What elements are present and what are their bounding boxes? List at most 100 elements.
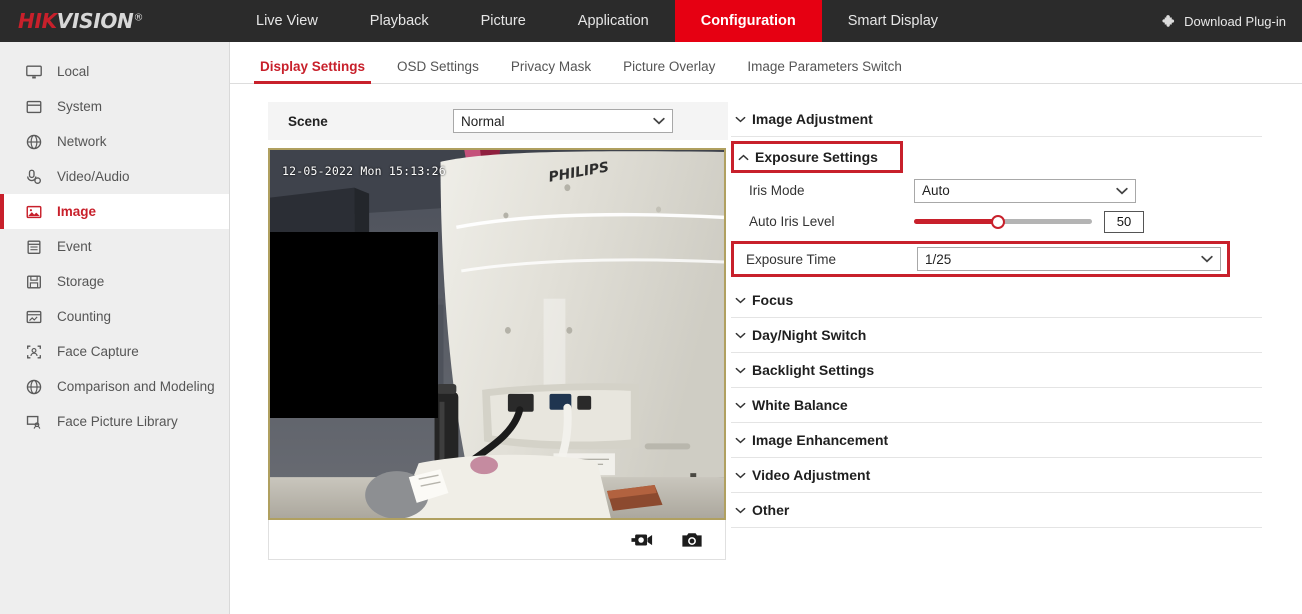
chevron-up-icon bbox=[738, 154, 749, 161]
chevron-down-icon bbox=[735, 472, 746, 479]
sidebar-label-video-audio: Video/Audio bbox=[57, 169, 130, 184]
section-label-backlight-settings: Backlight Settings bbox=[752, 362, 875, 378]
brand-logo[interactable]: HIKVISION® bbox=[0, 0, 230, 42]
top-bar: HIKVISION® Live View Playback Picture Ap… bbox=[0, 0, 1302, 42]
sidebar-label-local: Local bbox=[57, 64, 90, 79]
tab-image-parameters-switch[interactable]: Image Parameters Switch bbox=[731, 59, 918, 83]
section-label-image-enhancement: Image Enhancement bbox=[752, 432, 889, 448]
section-white-balance[interactable]: White Balance bbox=[731, 388, 1262, 423]
iris-mode-label: Iris Mode bbox=[749, 183, 805, 198]
sidebar-item-face-capture[interactable]: Face Capture bbox=[0, 334, 229, 369]
auto-iris-level-label: Auto Iris Level bbox=[749, 214, 835, 229]
sidebar-item-image[interactable]: Image bbox=[0, 194, 229, 229]
section-backlight-settings[interactable]: Backlight Settings bbox=[731, 353, 1262, 388]
iris-mode-select[interactable]: Auto bbox=[914, 178, 1136, 203]
monitor-icon bbox=[24, 62, 43, 81]
section-image-enhancement[interactable]: Image Enhancement bbox=[731, 423, 1262, 458]
tab-osd-settings[interactable]: OSD Settings bbox=[381, 59, 495, 83]
hikvision-camera-config-page: HIKVISION® Live View Playback Picture Ap… bbox=[0, 0, 1302, 614]
scene-selected-value: Normal bbox=[461, 113, 505, 129]
puzzle-piece-icon bbox=[1162, 14, 1177, 29]
sidebar-item-storage[interactable]: Storage bbox=[0, 264, 229, 299]
sidebar-label-system: System bbox=[57, 99, 103, 114]
sidebar-label-event: Event bbox=[57, 239, 92, 254]
auto-iris-level-value[interactable]: 50 bbox=[1104, 210, 1144, 233]
image-settings-column: Image Adjustment Exposure Settings Iris … bbox=[725, 102, 1302, 560]
iris-mode-row: Iris Mode Auto bbox=[731, 175, 1262, 206]
chevron-down-icon bbox=[1116, 187, 1128, 195]
chevron-down-icon bbox=[735, 116, 746, 123]
topnav-item-configuration[interactable]: Configuration bbox=[674, 0, 822, 42]
section-focus[interactable]: Focus bbox=[731, 283, 1262, 318]
auto-iris-level-slider[interactable] bbox=[914, 214, 1092, 229]
osd-timestamp: 12-05-2022 Mon 15:13:26 bbox=[282, 164, 446, 178]
chevron-down-icon bbox=[735, 297, 746, 304]
section-image-adjustment[interactable]: Image Adjustment bbox=[731, 102, 1262, 137]
section-video-adjustment[interactable]: Video Adjustment bbox=[731, 458, 1262, 493]
sidebar-item-video-audio[interactable]: Video/Audio bbox=[0, 159, 229, 194]
tab-privacy-mask[interactable]: Privacy Mask bbox=[495, 59, 607, 83]
slider-thumb[interactable] bbox=[990, 214, 1005, 229]
preview-column: Scene Normal PHILIPS 12-05-2022 Mon 15:1… bbox=[230, 102, 728, 560]
sidebar-label-storage: Storage bbox=[57, 274, 105, 289]
section-other[interactable]: Other bbox=[731, 493, 1262, 528]
topnav-item-application[interactable]: Application bbox=[552, 0, 675, 42]
download-plugin-button[interactable]: Download Plug-in bbox=[1162, 0, 1302, 42]
section-label-white-balance: White Balance bbox=[752, 397, 848, 413]
auto-iris-level-row: Auto Iris Level 50 bbox=[731, 206, 1262, 237]
privacy-mask-region bbox=[270, 232, 438, 418]
section-label-focus: Focus bbox=[752, 292, 794, 308]
sidebar-label-counting: Counting bbox=[57, 309, 112, 324]
sidebar-item-system[interactable]: System bbox=[0, 89, 229, 124]
sidebar-item-event[interactable]: Event bbox=[0, 229, 229, 264]
section-label-day-night-switch: Day/Night Switch bbox=[752, 327, 867, 343]
sidebar-label-face-picture-library: Face Picture Library bbox=[57, 414, 178, 429]
section-label-image-adjustment: Image Adjustment bbox=[752, 111, 873, 127]
page-body: Local System Network Video/Audio Image E… bbox=[0, 42, 1302, 614]
content-area: Scene Normal PHILIPS 12-05-2022 Mon 15:1… bbox=[230, 84, 1302, 560]
section-label-exposure-settings: Exposure Settings bbox=[755, 149, 878, 165]
sidebar-label-video-network: Network bbox=[57, 134, 107, 149]
slider-fill bbox=[914, 219, 998, 224]
scene-label: Scene bbox=[288, 113, 328, 129]
scene-select[interactable]: Normal bbox=[453, 109, 673, 133]
sidebar-navigation: Local System Network Video/Audio Image E… bbox=[0, 42, 230, 614]
chevron-down-icon bbox=[735, 367, 746, 374]
window-icon bbox=[24, 97, 43, 116]
tab-picture-overlay[interactable]: Picture Overlay bbox=[607, 59, 731, 83]
video-toolbar bbox=[268, 520, 726, 560]
chevron-down-icon bbox=[735, 437, 746, 444]
live-video-preview[interactable]: PHILIPS 12-05-2022 Mon 15:13:26 bbox=[268, 148, 726, 520]
chevron-down-icon bbox=[735, 332, 746, 339]
sidebar-item-local[interactable]: Local bbox=[0, 54, 229, 89]
exposure-time-value: 1/25 bbox=[925, 251, 952, 267]
tab-bar: Display Settings OSD Settings Privacy Ma… bbox=[230, 42, 1302, 84]
logo-vision-text: VISION bbox=[56, 9, 134, 33]
floppy-disk-icon bbox=[24, 272, 43, 291]
chevron-down-icon bbox=[735, 402, 746, 409]
topnav-item-picture[interactable]: Picture bbox=[455, 0, 552, 42]
chevron-down-icon bbox=[735, 507, 746, 514]
exposure-time-select[interactable]: 1/25 bbox=[917, 247, 1221, 271]
topnav-item-live-view[interactable]: Live View bbox=[230, 0, 344, 42]
sidebar-item-network[interactable]: Network bbox=[0, 124, 229, 159]
topnav-item-smart-display[interactable]: Smart Display bbox=[822, 0, 964, 42]
topnav-item-playback[interactable]: Playback bbox=[344, 0, 455, 42]
download-plugin-label: Download Plug-in bbox=[1184, 13, 1286, 29]
section-exposure-settings[interactable]: Exposure Settings bbox=[731, 141, 903, 173]
section-day-night-switch[interactable]: Day/Night Switch bbox=[731, 318, 1262, 353]
camera-snapshot-icon[interactable] bbox=[681, 531, 703, 549]
face-capture-icon bbox=[24, 342, 43, 361]
chevron-down-icon bbox=[1201, 255, 1213, 263]
sidebar-label-image: Image bbox=[57, 204, 97, 219]
counting-icon bbox=[24, 307, 43, 326]
sidebar-item-counting[interactable]: Counting bbox=[0, 299, 229, 334]
tab-display-settings[interactable]: Display Settings bbox=[244, 59, 381, 84]
scene-row: Scene Normal bbox=[268, 102, 728, 140]
picture-icon bbox=[24, 202, 43, 221]
sidebar-item-comparison-and-modeling[interactable]: Comparison and Modeling bbox=[0, 369, 229, 404]
sidebar-label-face-capture: Face Capture bbox=[57, 344, 139, 359]
globe-icon bbox=[24, 132, 43, 151]
sidebar-item-face-picture-library[interactable]: Face Picture Library bbox=[0, 404, 229, 439]
video-record-icon[interactable] bbox=[631, 532, 653, 548]
